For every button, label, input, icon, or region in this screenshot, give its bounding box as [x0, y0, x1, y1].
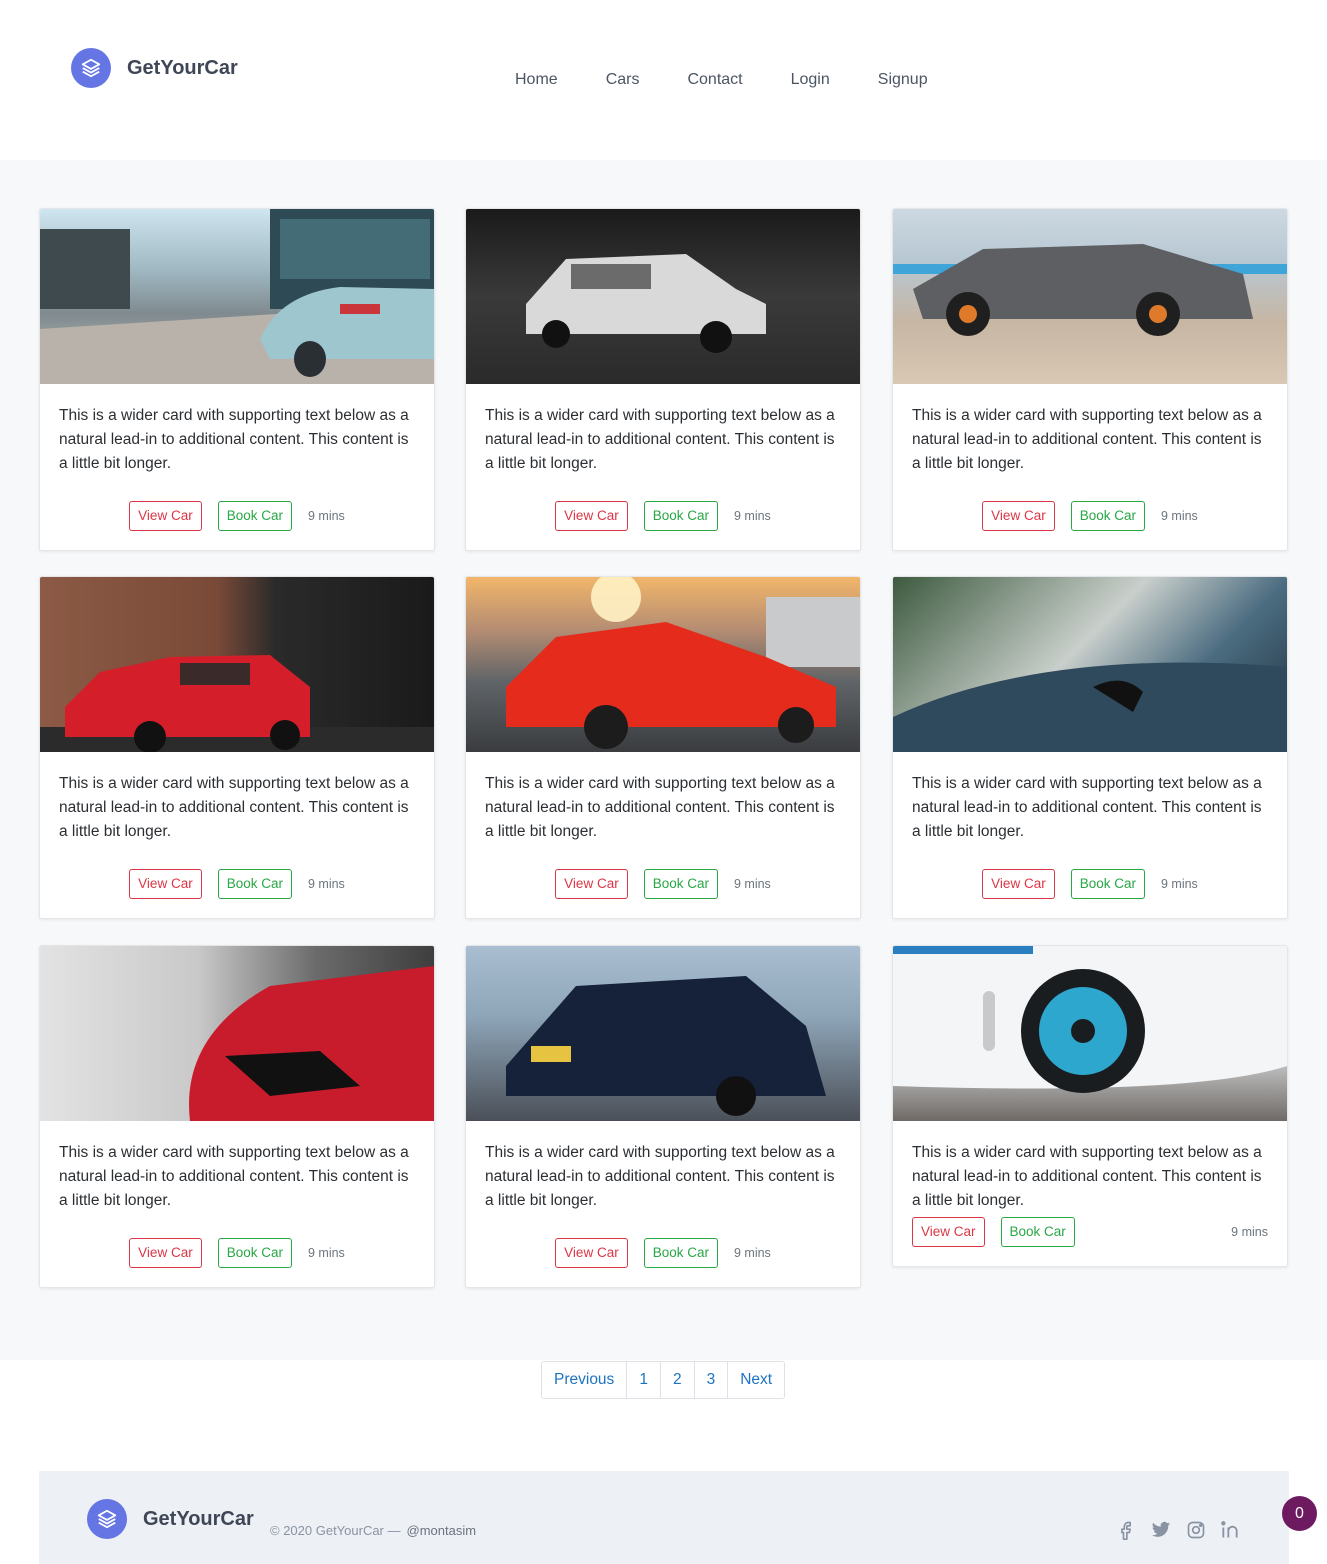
pagination-page-2[interactable]: 2: [660, 1362, 695, 1398]
card-description: This is a wider card with supporting tex…: [485, 1144, 835, 1209]
nav-cars[interactable]: Cars: [606, 70, 640, 90]
pagination-page-1[interactable]: 1: [627, 1362, 661, 1398]
pagination-page-3[interactable]: 3: [694, 1362, 729, 1398]
car-image[interactable]: [40, 577, 434, 752]
card-description: This is a wider card with supporting tex…: [59, 775, 409, 840]
nav-contact[interactable]: Contact: [687, 70, 742, 90]
card-footer: View Car Book Car 9 mins: [893, 476, 1287, 550]
brand-name: GetYourCar: [127, 56, 238, 79]
card-footer: View Car Book Car 9 mins: [40, 844, 434, 918]
view-car-button[interactable]: View Car: [912, 1217, 985, 1247]
copyright: © 2020 GetYourCar — @montasim: [270, 1523, 476, 1538]
book-car-button[interactable]: Book Car: [1070, 869, 1145, 899]
view-car-button[interactable]: View Car: [982, 869, 1055, 899]
site-header: GetYourCar Home Cars Contact Login Signu…: [0, 0, 1327, 160]
car-card: This is a wider card with supporting tex…: [892, 208, 1288, 551]
footer-brand-name: GetYourCar: [143, 1507, 254, 1530]
pagination: Previous 1 2 3 Next: [541, 1361, 786, 1399]
layers-logo-icon: [71, 48, 111, 88]
footer-brand[interactable]: GetYourCar: [87, 1499, 254, 1539]
card-description: This is a wider card with supporting tex…: [912, 775, 1262, 840]
card-footer: View Car Book Car 9 mins: [466, 1213, 860, 1287]
book-car-button[interactable]: Book Car: [1000, 1217, 1075, 1247]
time-label: 9 mins: [733, 509, 771, 523]
car-image[interactable]: [40, 209, 434, 384]
view-car-button[interactable]: View Car: [129, 501, 202, 531]
view-car-button[interactable]: View Car: [555, 869, 628, 899]
view-car-button[interactable]: View Car: [982, 501, 1055, 531]
notification-badge[interactable]: 0: [1282, 1496, 1317, 1531]
car-image[interactable]: [893, 946, 1287, 1121]
nav-login[interactable]: Login: [791, 70, 830, 90]
car-image[interactable]: [893, 577, 1287, 752]
time-label: 9 mins: [307, 1246, 345, 1260]
car-image[interactable]: [466, 577, 860, 752]
author-link[interactable]: @montasim: [407, 1523, 477, 1538]
car-card: This is a wider card with supporting tex…: [892, 576, 1288, 919]
car-card: This is a wider card with supporting tex…: [465, 945, 861, 1288]
card-description: This is a wider card with supporting tex…: [59, 407, 409, 472]
card-description: This is a wider card with supporting tex…: [485, 775, 835, 840]
card-description: This is a wider card with supporting tex…: [912, 407, 1262, 472]
twitter-icon[interactable]: [1150, 1520, 1172, 1540]
card-footer: View Car Book Car 9 mins: [40, 1213, 434, 1287]
main-nav: Home Cars Contact Login Signup: [515, 70, 976, 90]
card-footer: View Car Book Car 9 mins: [466, 844, 860, 918]
card-footer: View Car Book Car 9 mins: [466, 476, 860, 550]
copyright-text: © 2020 GetYourCar —: [270, 1523, 401, 1538]
nav-signup[interactable]: Signup: [878, 70, 928, 90]
brand[interactable]: GetYourCar: [71, 48, 238, 88]
pagination-next[interactable]: Next: [728, 1362, 785, 1398]
time-label: 9 mins: [733, 877, 771, 891]
book-car-button[interactable]: Book Car: [217, 501, 292, 531]
car-image[interactable]: [466, 946, 860, 1121]
site-footer: GetYourCar © 2020 GetYourCar — @montasim: [39, 1471, 1289, 1564]
card-description: This is a wider card with supporting tex…: [485, 407, 835, 472]
book-car-button[interactable]: Book Car: [217, 869, 292, 899]
time-label: 9 mins: [1160, 509, 1198, 523]
facebook-icon[interactable]: [1116, 1520, 1136, 1540]
book-car-button[interactable]: Book Car: [217, 1238, 292, 1268]
linkedin-icon[interactable]: [1220, 1520, 1240, 1540]
social-links: [1116, 1520, 1254, 1540]
book-car-button[interactable]: Book Car: [643, 501, 718, 531]
time-label: 9 mins: [1160, 877, 1198, 891]
car-image[interactable]: [40, 946, 434, 1121]
car-card: This is a wider card with supporting tex…: [39, 208, 435, 551]
card-footer: View Car Book Car 9 mins: [40, 476, 434, 550]
time-label: 9 mins: [733, 1246, 771, 1260]
car-image[interactable]: [893, 209, 1287, 384]
time-label: 9 mins: [307, 877, 345, 891]
view-car-button[interactable]: View Car: [555, 501, 628, 531]
car-card: This is a wider card with supporting tex…: [892, 945, 1288, 1267]
car-card: This is a wider card with supporting tex…: [39, 945, 435, 1288]
layers-logo-icon: [87, 1499, 127, 1539]
instagram-icon[interactable]: [1186, 1520, 1206, 1540]
pagination-previous[interactable]: Previous: [542, 1362, 628, 1398]
card-description: This is a wider card with supporting tex…: [59, 1144, 409, 1209]
car-card: This is a wider card with supporting tex…: [465, 208, 861, 551]
view-car-button[interactable]: View Car: [555, 1238, 628, 1268]
card-description: This is a wider card with supporting tex…: [912, 1144, 1262, 1209]
nav-home[interactable]: Home: [515, 70, 558, 90]
book-car-button[interactable]: Book Car: [1070, 501, 1145, 531]
time-label: 9 mins: [307, 509, 345, 523]
car-image[interactable]: [466, 209, 860, 384]
car-card: This is a wider card with supporting tex…: [39, 576, 435, 919]
book-car-button[interactable]: Book Car: [643, 869, 718, 899]
card-footer: View Car Book Car 9 mins: [893, 844, 1287, 918]
car-card: This is a wider card with supporting tex…: [465, 576, 861, 919]
card-footer: View Car Book Car 9 mins: [893, 1213, 1287, 1266]
cars-grid: This is a wider card with supporting tex…: [0, 160, 1327, 1360]
view-car-button[interactable]: View Car: [129, 1238, 202, 1268]
time-label: 9 mins: [1231, 1225, 1268, 1239]
book-car-button[interactable]: Book Car: [643, 1238, 718, 1268]
view-car-button[interactable]: View Car: [129, 869, 202, 899]
